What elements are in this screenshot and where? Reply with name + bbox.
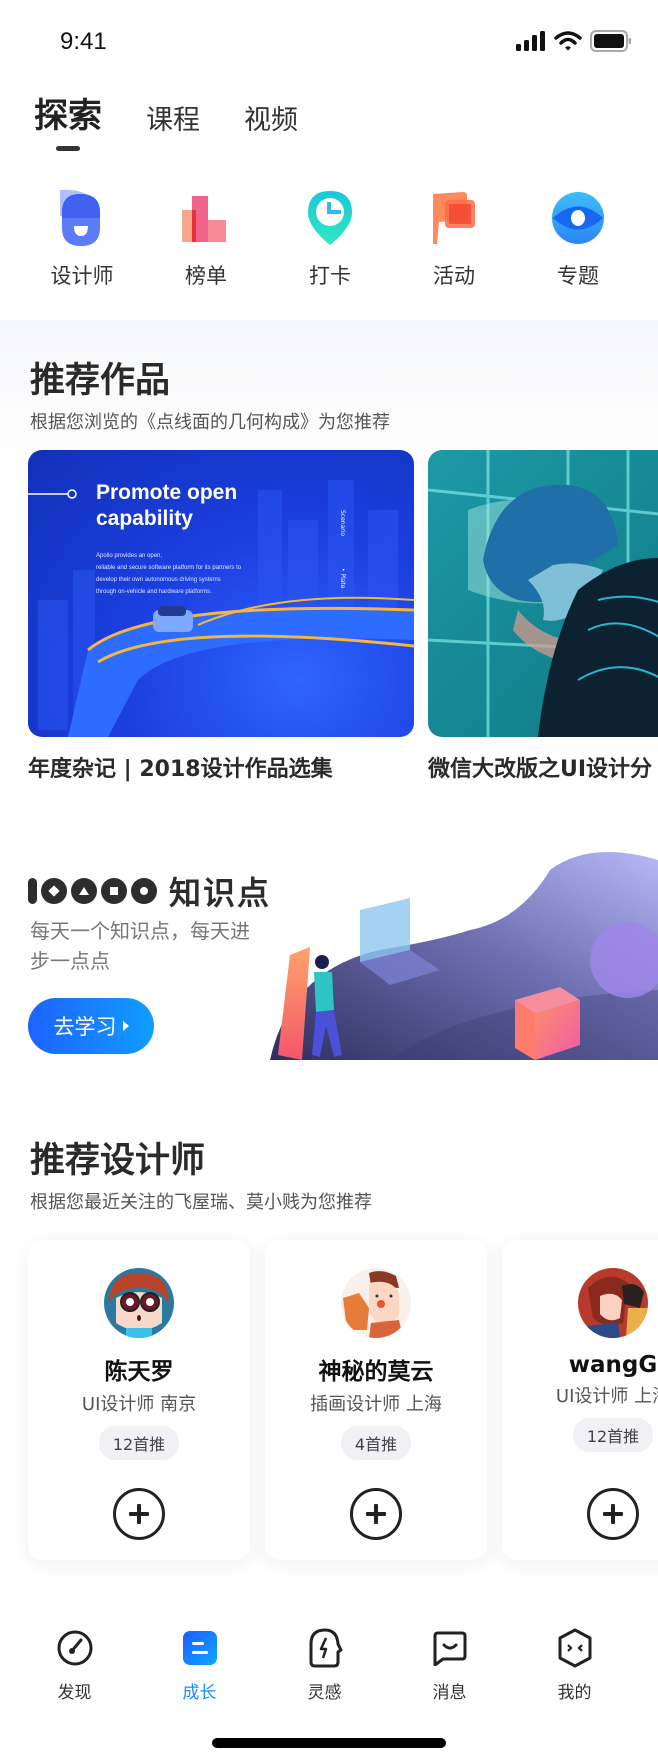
recommended-works-title: 推荐作品 xyxy=(30,361,171,401)
knowledge-banner: 知识点 每天一个知识点，每天进步一点点 去学习 xyxy=(0,850,658,1070)
status-time: 9:41 xyxy=(60,28,107,55)
thumbnail-side-label: • Plate xyxy=(339,568,346,589)
go-learn-button[interactable]: 去学习 xyxy=(28,998,154,1054)
designer-role: UI设计师 上海 xyxy=(555,1386,658,1407)
thumbnail-side-label: Scenario xyxy=(339,510,346,537)
nav-label: 我的 xyxy=(557,1683,592,1703)
plus-icon xyxy=(603,1504,623,1524)
logo-digit xyxy=(101,878,127,904)
banner-logo: 知识点 xyxy=(28,868,271,914)
nav-label: 发现 xyxy=(57,1683,92,1703)
thumbnail-body: Apollo provides an open, reliable and se… xyxy=(96,553,242,595)
designer-name: wangG xyxy=(568,1352,658,1378)
quick-entry-label: 专题 xyxy=(557,264,599,288)
profile-face-icon xyxy=(555,1628,595,1668)
recommend-count-badge: 4首推 xyxy=(340,1426,412,1460)
recommended-designers-subtitle: 根据您最近关注的飞屋瑞、莫小贱为您推荐 xyxy=(30,1192,372,1213)
wifi-icon xyxy=(554,31,582,51)
recommend-count-badge: 12首推 xyxy=(98,1426,180,1460)
play-arrow-icon xyxy=(122,1021,129,1031)
tab-explore[interactable]: 探索 xyxy=(34,88,102,151)
message-icon xyxy=(430,1628,470,1668)
quick-entry-ranking[interactable]: 榜单 xyxy=(144,188,268,290)
event-flag-icon xyxy=(424,188,484,248)
work-title: 微信大改版之UI设计分 xyxy=(428,757,653,782)
checkin-icon xyxy=(300,188,360,248)
status-icons xyxy=(516,30,632,52)
bottom-nav: 发现 成长 灵感 消息 我的 xyxy=(0,1628,658,1708)
nav-discover[interactable]: 发现 xyxy=(12,1628,137,1708)
work-card[interactable]: Promote open capability Apollo provides … xyxy=(28,450,414,783)
thumbnail-heading: Promote open capability xyxy=(96,481,238,530)
ranking-icon xyxy=(176,188,236,248)
recommended-designers-title: 推荐设计师 xyxy=(30,1141,206,1181)
logo-digit xyxy=(131,878,157,904)
nav-label: 灵感 xyxy=(307,1683,342,1703)
logo-digit xyxy=(71,878,97,904)
nav-messages[interactable]: 消息 xyxy=(387,1628,512,1708)
home-indicator[interactable] xyxy=(212,1738,446,1748)
work-card[interactable]: 微信大改版之UI设计分 xyxy=(428,450,658,783)
quick-entry-label: 设计师 xyxy=(50,264,114,288)
designers-carousel[interactable]: 陈天罗 UI设计师 南京 12首推 神秘的莫云 插画设计师 上海 4首推 wan… xyxy=(28,1240,658,1560)
logo-digit xyxy=(41,878,67,904)
nav-profile[interactable]: 我的 xyxy=(512,1628,637,1708)
quick-entry-row: 设计师 榜单 打卡 活动 专题 xyxy=(0,188,658,290)
nav-growth[interactable]: 成长 xyxy=(137,1628,262,1708)
designer-icon xyxy=(52,188,112,248)
tab-videos[interactable]: 视频 xyxy=(244,98,298,137)
follow-button[interactable] xyxy=(350,1488,402,1540)
designer-name: 陈天罗 xyxy=(104,1359,174,1385)
nav-label: 成长 xyxy=(182,1683,217,1703)
avatar xyxy=(578,1268,648,1338)
follow-button[interactable] xyxy=(113,1488,165,1540)
recommend-count-badge: 12首推 xyxy=(572,1418,654,1452)
follow-button[interactable] xyxy=(587,1488,639,1540)
designer-card[interactable]: wangG UI设计师 上海 12首推 xyxy=(502,1240,658,1560)
designer-name: 神秘的莫云 xyxy=(318,1359,434,1385)
avatar xyxy=(104,1268,174,1338)
designer-card[interactable]: 神秘的莫云 插画设计师 上海 4首推 xyxy=(265,1240,487,1560)
quick-entry-event[interactable]: 活动 xyxy=(392,188,516,290)
avatar xyxy=(341,1268,411,1338)
quick-entry-label: 活动 xyxy=(433,264,475,288)
quick-entry-checkin[interactable]: 打卡 xyxy=(268,188,392,290)
status-bar: 9:41 xyxy=(0,0,658,80)
battery-icon xyxy=(590,30,631,52)
work-title: 年度杂记 | 2018设计作品选集 xyxy=(28,757,333,782)
plus-icon xyxy=(366,1504,386,1524)
works-carousel[interactable]: Promote open capability Apollo provides … xyxy=(28,450,658,783)
inspiration-head-icon xyxy=(305,1628,345,1668)
logo-digit xyxy=(28,878,37,904)
designer-role: UI设计师 南京 xyxy=(81,1394,197,1415)
nav-label: 消息 xyxy=(432,1683,467,1703)
quick-entry-designer[interactable]: 设计师 xyxy=(20,188,144,290)
go-learn-label: 去学习 xyxy=(53,1016,117,1039)
top-tabs: 探索 课程 视频 xyxy=(34,88,342,151)
designer-card[interactable]: 陈天罗 UI设计师 南京 12首推 xyxy=(28,1240,250,1560)
compass-gauge-icon xyxy=(55,1628,95,1668)
banner-description: 每天一个知识点，每天进步一点点 xyxy=(30,919,250,973)
work-thumbnail: Promote open capability Apollo provides … xyxy=(28,450,414,737)
nav-inspiration[interactable]: 灵感 xyxy=(262,1628,387,1708)
plus-icon xyxy=(129,1504,149,1524)
cellular-signal-icon xyxy=(516,31,545,51)
quick-entry-label: 榜单 xyxy=(185,264,227,288)
work-thumbnail xyxy=(428,450,658,737)
growth-icon xyxy=(180,1628,220,1668)
quick-entry-label: 打卡 xyxy=(309,264,351,288)
recommended-works-subtitle: 根据您浏览的《点线面的几何构成》为您推荐 xyxy=(30,412,390,433)
topic-eye-icon xyxy=(548,188,608,248)
designer-role: 插画设计师 上海 xyxy=(310,1394,442,1415)
banner-illustration xyxy=(270,852,658,1060)
quick-entry-topic[interactable]: 专题 xyxy=(516,188,640,290)
tab-courses[interactable]: 课程 xyxy=(146,98,200,137)
logo-text: 知识点 xyxy=(169,874,272,912)
